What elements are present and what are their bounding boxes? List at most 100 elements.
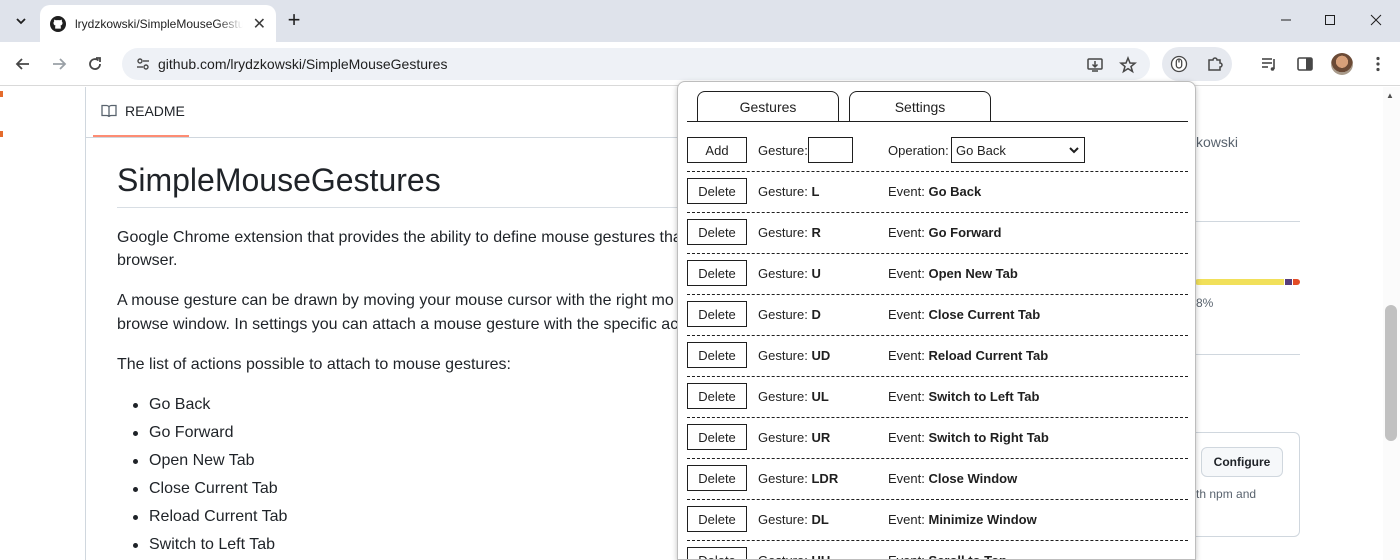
- gesture-text: Gesture: D: [758, 307, 821, 322]
- readme-tab[interactable]: README: [93, 87, 189, 137]
- maximize-window-button[interactable]: [1318, 8, 1342, 32]
- address-bar[interactable]: github.com/lrydzkowski/SimpleMouseGestur…: [122, 48, 1150, 80]
- gesture-input[interactable]: [808, 137, 853, 163]
- event-value: Reload Current Tab: [928, 348, 1049, 363]
- close-window-button[interactable]: [1364, 8, 1388, 32]
- gesture-value: U: [811, 266, 821, 281]
- list-item: Close Current Tab: [117, 477, 287, 505]
- actions-list: Go Back Go Forward Open New Tab Close Cu…: [117, 393, 287, 560]
- browser-tab[interactable]: lrydzkowski/SimpleMouseGestures ✕: [40, 5, 276, 42]
- operation-select[interactable]: Go Back: [951, 137, 1085, 163]
- gesture-label: Gesture:: [758, 512, 808, 527]
- new-tab-button[interactable]: +: [282, 9, 306, 33]
- description-line: browse window. In settings you can attac…: [117, 316, 683, 333]
- minimize-window-button[interactable]: [1274, 8, 1298, 32]
- event-text: Event: Open New Tab: [888, 266, 1018, 281]
- event-value: Scroll to Top: [928, 553, 1006, 559]
- browser-menu-button[interactable]: [1367, 53, 1389, 75]
- event-label: Event:: [888, 348, 925, 363]
- gesture-value: R: [811, 225, 821, 240]
- tab-settings[interactable]: Settings: [849, 91, 991, 121]
- delete-button[interactable]: Delete: [687, 219, 747, 245]
- event-value: Go Back: [928, 184, 982, 199]
- delete-button[interactable]: Delete: [687, 424, 747, 450]
- extensions-group: [1162, 47, 1232, 81]
- close-icon: [1370, 14, 1382, 26]
- event-text: Event: Close Window: [888, 471, 1017, 486]
- event-label: Event:: [888, 512, 925, 527]
- divider: [86, 137, 686, 138]
- gesture-value: L: [811, 184, 820, 199]
- event-label: Event:: [888, 389, 925, 404]
- gesture-label: Gesture:: [758, 143, 808, 158]
- minimize-icon: [1281, 19, 1291, 21]
- media-controls-button[interactable]: [1258, 53, 1280, 75]
- delete-button[interactable]: Delete: [687, 260, 747, 286]
- arrow-right-icon: [53, 58, 67, 70]
- mouse-gestures-extension-button[interactable]: [1166, 51, 1192, 77]
- arrow-left-icon: [15, 58, 29, 70]
- gesture-row: Delete Gesture: UL Event: Switch to Left T…: [687, 377, 1188, 418]
- reload-icon: [89, 57, 101, 70]
- book-icon: [101, 104, 117, 118]
- event-value: Minimize Window: [928, 512, 1037, 527]
- event-text: Event: Reload Current Tab: [888, 348, 1048, 363]
- language-segment-css: [1284, 279, 1292, 285]
- delete-button[interactable]: Delete: [687, 547, 747, 559]
- event-text: Event: Switch to Right Tab: [888, 430, 1049, 445]
- event-text: Event: Minimize Window: [888, 512, 1037, 527]
- readme-title: SimpleMouseGestures: [117, 162, 441, 198]
- tab-search-button[interactable]: [8, 9, 34, 33]
- gesture-row: Delete Gesture: DL Event: Minimize Window: [687, 500, 1188, 541]
- event-value: Switch to Right Tab: [928, 430, 1049, 445]
- event-value: Close Window: [928, 471, 1018, 486]
- divider: [1195, 221, 1300, 222]
- tab-gestures[interactable]: Gestures: [697, 91, 839, 122]
- gesture-text: Gesture: UD: [758, 348, 830, 363]
- delete-button[interactable]: Delete: [687, 342, 747, 368]
- delete-button[interactable]: Delete: [687, 178, 747, 204]
- chevron-down-icon: [1069, 147, 1079, 154]
- github-icon: [50, 15, 66, 32]
- scroll-thumb[interactable]: [1385, 305, 1397, 441]
- gesture-row: Delete Gesture: UD Event: Reload Current T…: [687, 336, 1188, 377]
- back-button[interactable]: [10, 51, 36, 77]
- side-panel-button[interactable]: [1294, 53, 1316, 75]
- list-item: Switch to Left Tab: [117, 533, 287, 560]
- delete-button[interactable]: Delete: [687, 301, 747, 327]
- operation-selected-value: Go Back: [956, 142, 1006, 158]
- delete-button[interactable]: Delete: [687, 383, 747, 409]
- sidebar-marker: [0, 91, 3, 97]
- tab-title: lrydzkowski/SimpleMouseGestures: [75, 16, 243, 31]
- gesture-value: LDR: [811, 471, 839, 486]
- reload-button[interactable]: [82, 51, 108, 77]
- add-gesture-row: Add Gesture: Operation: Go Back: [687, 131, 1188, 172]
- gesture-value: DL: [811, 512, 829, 527]
- gesture-label: Gesture:: [758, 471, 808, 486]
- delete-button[interactable]: Delete: [687, 506, 747, 532]
- event-label: Event:: [888, 225, 925, 240]
- bookmark-star-icon[interactable]: [1119, 56, 1137, 74]
- scroll-up-arrow-icon[interactable]: ▲: [1386, 91, 1394, 100]
- puzzle-icon: [1208, 57, 1223, 71]
- delete-button[interactable]: Delete: [687, 465, 747, 491]
- profile-avatar[interactable]: [1331, 53, 1353, 75]
- extensions-menu-button[interactable]: [1202, 51, 1228, 77]
- list-item: Reload Current Tab: [117, 505, 287, 533]
- tab-close-icon[interactable]: ✕: [253, 14, 266, 34]
- site-info-icon[interactable]: [136, 57, 150, 71]
- gesture-label: Gesture:: [758, 389, 808, 404]
- gesture-text: Gesture: L: [758, 184, 819, 199]
- gesture-row: Delete Gesture: D Event: Close Current Tab: [687, 295, 1188, 336]
- readme-tab-label: README: [125, 103, 185, 119]
- event-label: Event:: [888, 184, 925, 199]
- gesture-row: Delete Gesture: LDR Event: Close Window: [687, 459, 1188, 500]
- list-item: Go Forward: [117, 421, 287, 449]
- configure-button[interactable]: Configure: [1201, 447, 1283, 477]
- event-label: Event:: [888, 430, 925, 445]
- install-app-icon[interactable]: [1086, 56, 1104, 74]
- owner-name[interactable]: kowski: [1196, 134, 1238, 150]
- add-button[interactable]: Add: [687, 137, 747, 163]
- card-text: th npm and: [1196, 487, 1257, 501]
- forward-button[interactable]: [46, 51, 72, 77]
